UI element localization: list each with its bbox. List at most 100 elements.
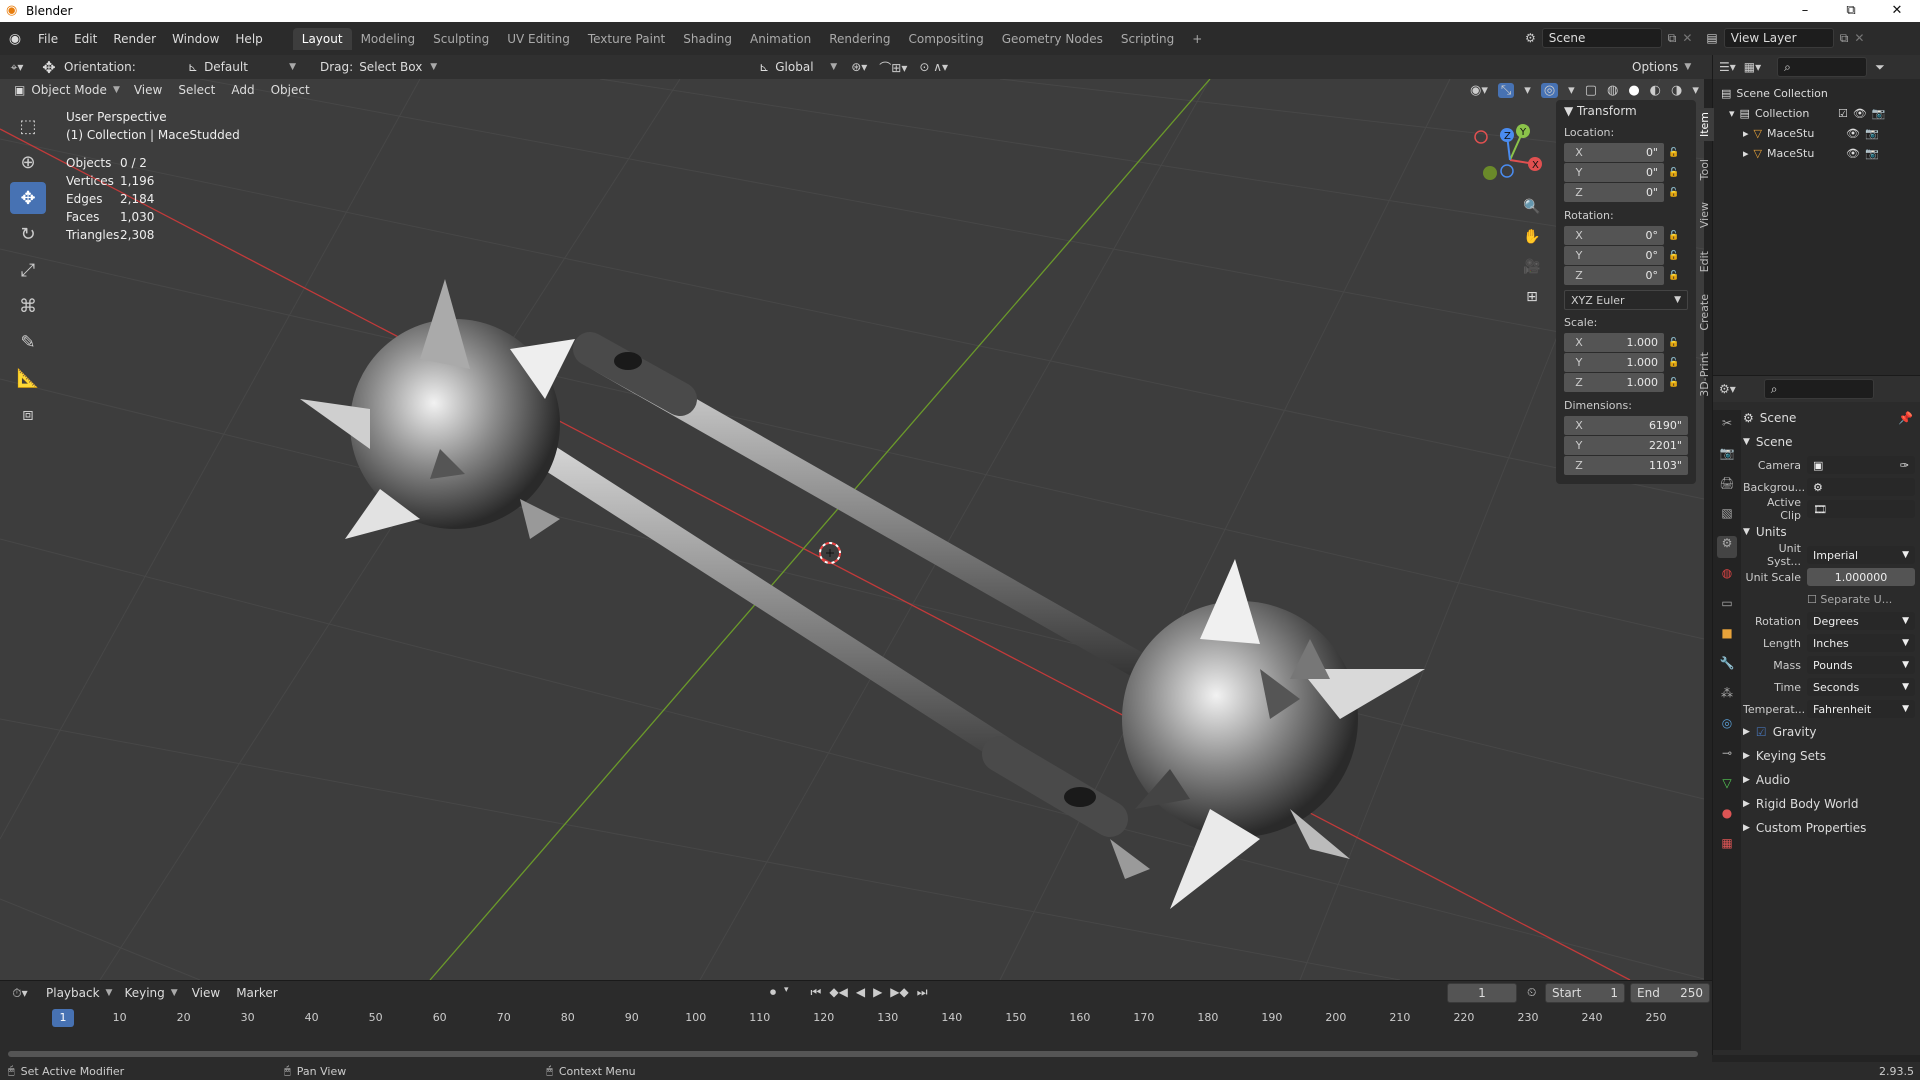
scale-x-field[interactable]: X 1.000 bbox=[1564, 333, 1664, 352]
close-button[interactable]: ✕ bbox=[1874, 0, 1920, 22]
view-layer-icon[interactable]: ▤ bbox=[1706, 31, 1717, 45]
marker-menu[interactable]: Marker bbox=[228, 986, 285, 1000]
dimension-z-field[interactable]: Z 1103" bbox=[1564, 456, 1688, 475]
audio-panel-header[interactable]: ▶ Audio bbox=[1743, 768, 1920, 792]
outliner-row-collection[interactable]: ▾ ▤ Collection ☑ 👁 📷 bbox=[1721, 103, 1912, 123]
outliner-row-object[interactable]: ▸ ▽ MaceStu 👁 📷 bbox=[1721, 143, 1912, 163]
modifier-tab-icon[interactable]: 🔧 bbox=[1717, 656, 1737, 678]
rotation-mode-dropdown[interactable]: XYZ Euler ▼ bbox=[1564, 290, 1688, 310]
output-tab-icon[interactable]: 🖨 bbox=[1717, 476, 1737, 498]
record-icon[interactable]: ⏺ bbox=[770, 985, 776, 1000]
tab-texture-paint[interactable]: Texture Paint bbox=[579, 28, 674, 50]
camera-field[interactable]: ▣ ✑ bbox=[1807, 456, 1915, 474]
visibility-icon[interactable]: ◉▾ bbox=[1470, 83, 1488, 98]
mace-object-1[interactable] bbox=[300, 279, 1150, 879]
active-clip-field[interactable]: 🎞 bbox=[1807, 500, 1915, 518]
camera-icon[interactable]: 📷 bbox=[1865, 127, 1879, 140]
chevron-down-icon[interactable]: ▾ bbox=[1524, 83, 1531, 98]
location-x-field[interactable]: X 0" bbox=[1564, 143, 1664, 162]
delete-scene-icon[interactable]: ✕ bbox=[1682, 31, 1692, 45]
camera-icon[interactable]: 📷 bbox=[1865, 147, 1879, 160]
camera-view-icon[interactable]: 🎥 bbox=[1520, 255, 1544, 279]
scene-icon[interactable]: ⚙ bbox=[1525, 31, 1536, 45]
properties-search-input[interactable]: ⌕ bbox=[1763, 379, 1874, 399]
tab-sculpting[interactable]: Sculpting bbox=[424, 28, 498, 50]
chevron-down-icon[interactable]: ▾ bbox=[1692, 83, 1699, 98]
time-units-dropdown[interactable]: Seconds ▼ bbox=[1807, 678, 1915, 696]
tab-uv-editing[interactable]: UV Editing bbox=[498, 28, 579, 50]
location-y-field[interactable]: Y 0" bbox=[1564, 163, 1664, 182]
location-z-field[interactable]: Z 0" bbox=[1564, 183, 1664, 202]
maximize-button[interactable]: ⧉ bbox=[1828, 0, 1874, 22]
particles-tab-icon[interactable]: ⁂ bbox=[1717, 686, 1737, 708]
add-menu[interactable]: Add bbox=[223, 83, 262, 97]
tab-layout[interactable]: Layout bbox=[292, 27, 352, 50]
lock-icon[interactable]: 🔓 bbox=[1668, 358, 1679, 368]
mace-object-2[interactable] bbox=[573, 332, 1425, 909]
scale-tool-icon[interactable]: ⤢ bbox=[10, 254, 46, 286]
unit-system-dropdown[interactable]: Imperial ▼ bbox=[1807, 546, 1915, 564]
current-frame-indicator[interactable]: 1 bbox=[52, 1009, 74, 1027]
start-frame-field[interactable]: Start 1 bbox=[1545, 983, 1625, 1003]
jump-start-icon[interactable]: ⏮ bbox=[811, 985, 822, 1000]
object-menu[interactable]: Object bbox=[263, 83, 318, 97]
overlay-toggle-icon[interactable]: ◎ bbox=[1540, 82, 1559, 98]
lock-icon[interactable]: 🔓 bbox=[1668, 148, 1679, 158]
playback-menu[interactable]: Playback ▼ bbox=[40, 983, 118, 1003]
measure-tool-icon[interactable]: 📐 bbox=[10, 362, 46, 394]
select-menu[interactable]: Select bbox=[170, 83, 223, 97]
filter-icon[interactable]: ⏷ bbox=[1875, 60, 1885, 75]
tool-tab-icon[interactable]: ✂ bbox=[1717, 416, 1737, 438]
lock-icon[interactable]: 🔓 bbox=[1668, 231, 1679, 241]
tab-shading[interactable]: Shading bbox=[674, 28, 741, 50]
keying-sets-panel-header[interactable]: ▶ Keying Sets bbox=[1743, 744, 1920, 768]
new-scene-icon[interactable]: ⧉ bbox=[1668, 31, 1677, 46]
mass-units-dropdown[interactable]: Pounds ▼ bbox=[1807, 656, 1915, 674]
select-box-tool-icon[interactable]: ⬚ bbox=[10, 110, 46, 142]
menu-file[interactable]: File bbox=[30, 32, 66, 46]
tab-modeling[interactable]: Modeling bbox=[352, 28, 425, 50]
next-keyframe-icon[interactable]: ▶◆ bbox=[890, 985, 908, 1000]
minimize-button[interactable]: – bbox=[1782, 0, 1828, 22]
prev-keyframe-icon[interactable]: ◆◀ bbox=[829, 985, 847, 1000]
tab-rendering[interactable]: Rendering bbox=[820, 28, 899, 50]
timeline-ruler[interactable]: 1 10 20 30 40 50 60 70 80 90 100 110 120 130 140 150 16… bbox=[0, 1005, 1712, 1033]
tab-geometry-nodes[interactable]: Geometry Nodes bbox=[993, 28, 1112, 50]
mode-dropdown[interactable]: ▣ Object Mode ▼ bbox=[8, 80, 126, 100]
view-layer-tab-icon[interactable]: ▧ bbox=[1717, 506, 1737, 528]
custom-properties-panel-header[interactable]: ▶ Custom Properties bbox=[1743, 816, 1920, 840]
display-mode-icon[interactable]: ▦▾ bbox=[1744, 60, 1761, 74]
gizmo-toggle-icon[interactable]: ⤡ bbox=[1497, 82, 1515, 98]
object-tab-icon[interactable]: ■ bbox=[1717, 626, 1737, 648]
expand-icon[interactable]: ▸ bbox=[1743, 127, 1749, 140]
add-cube-tool-icon[interactable]: ⧈ bbox=[10, 398, 46, 430]
snap-icon[interactable]: ⌒⊞▾ bbox=[879, 59, 907, 76]
pin-icon[interactable]: 📌 bbox=[1898, 411, 1913, 425]
separate-units-checkbox[interactable]: ☐ Separate U... bbox=[1807, 593, 1892, 606]
tab-create[interactable]: Create bbox=[1698, 290, 1714, 335]
rigid-body-panel-header[interactable]: ▶ Rigid Body World bbox=[1743, 792, 1920, 816]
scene-selector[interactable]: Scene bbox=[1541, 28, 1662, 48]
texture-tab-icon[interactable]: ▦ bbox=[1717, 836, 1737, 858]
rotation-units-dropdown[interactable]: Degrees ▼ bbox=[1807, 612, 1915, 630]
current-frame-field[interactable]: 1 bbox=[1447, 983, 1517, 1003]
eye-icon[interactable]: 👁 bbox=[1853, 107, 1867, 120]
new-view-layer-icon[interactable]: ⧉ bbox=[1840, 31, 1849, 46]
tab-tool[interactable]: Tool bbox=[1698, 155, 1714, 184]
transform-tool-icon[interactable]: ⌘ bbox=[10, 290, 46, 322]
scene-tab-icon[interactable]: ⚙ bbox=[1717, 536, 1737, 558]
eye-icon[interactable]: 👁 bbox=[1846, 147, 1860, 160]
scene-panel-header[interactable]: ▼ Scene bbox=[1743, 430, 1920, 454]
unit-scale-field[interactable]: 1.000000 bbox=[1807, 568, 1915, 586]
menu-edit[interactable]: Edit bbox=[66, 32, 105, 46]
transform-orientation-dropdown[interactable]: ⊾ Global ▼ bbox=[753, 57, 843, 77]
tab-view[interactable]: View bbox=[1698, 198, 1714, 232]
rotate-tool-icon[interactable]: ↻ bbox=[10, 218, 46, 250]
timeline-editor-icon[interactable]: ⏱▾ bbox=[0, 986, 40, 1001]
view-layer-selector[interactable]: View Layer bbox=[1723, 28, 1834, 48]
delete-view-layer-icon[interactable]: ✕ bbox=[1854, 31, 1864, 45]
scale-y-field[interactable]: Y 1.000 bbox=[1564, 353, 1664, 372]
pan-hand-icon[interactable]: ✋ bbox=[1520, 225, 1544, 249]
cursor-tool-icon[interactable]: ⊕ bbox=[10, 146, 46, 178]
menu-render[interactable]: Render bbox=[105, 32, 164, 46]
